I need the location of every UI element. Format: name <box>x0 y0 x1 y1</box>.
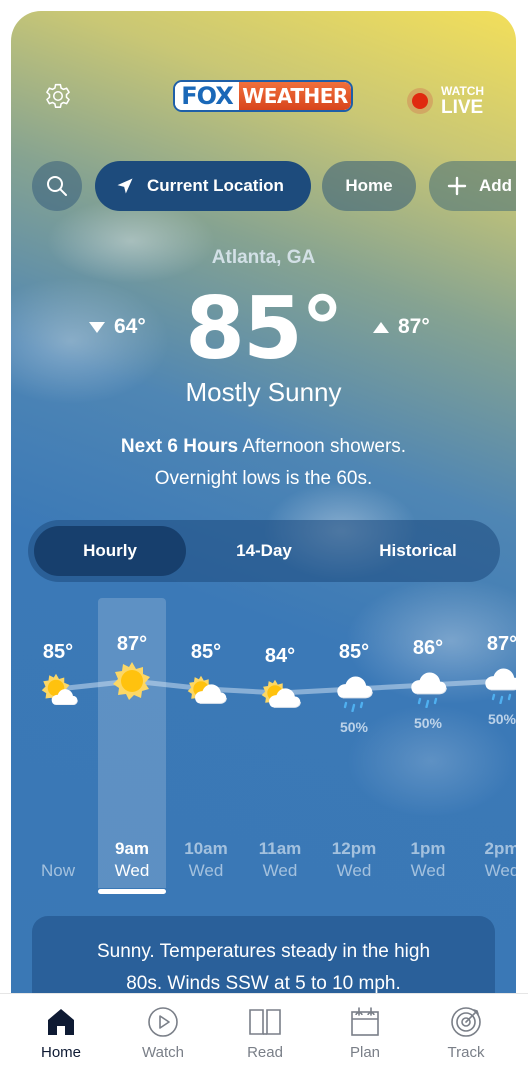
nav-watch-label: Watch <box>142 1044 184 1061</box>
hour-day: Now <box>40 861 75 880</box>
hour-precip-chance: 50% <box>413 715 443 731</box>
hour-day: Wed <box>188 861 224 880</box>
nav-plan[interactable]: Plan <box>320 1006 410 1061</box>
hour-time: 12pm <box>331 839 377 858</box>
hour-day: Wed <box>484 861 516 880</box>
nav-track-label: Track <box>447 1044 485 1061</box>
bottom-navigation: Home Watch Read Plan Track <box>0 993 528 1089</box>
partly-cloudy-icon <box>261 679 303 711</box>
detail-line-1: Sunny. Temperatures steady in the high <box>96 941 431 962</box>
hour-label: 12pm Wed <box>317 838 391 882</box>
hour-time-spacer <box>21 838 95 860</box>
hour-temperature: 87° <box>116 633 148 655</box>
hour-precip-chance: 50% <box>487 711 516 727</box>
nav-home[interactable]: Home <box>16 1006 106 1061</box>
hour-label: 9am Wed <box>95 838 169 882</box>
hour-time: 9am <box>114 839 150 858</box>
play-circle-icon <box>148 1007 178 1037</box>
calendar-icon <box>351 1007 379 1036</box>
detail-line-2: 80s. Winds SSW at 5 to 10 mph. <box>126 973 401 993</box>
rain-icon <box>483 667 516 705</box>
partly-cloudy-icon <box>187 675 229 707</box>
hour-label: 11am Wed <box>243 838 317 882</box>
nav-plan-label: Plan <box>349 1044 381 1061</box>
hour-label: 1pm Wed <box>391 838 465 882</box>
hour-time: 10am <box>184 839 228 858</box>
sunny-icon <box>112 661 152 706</box>
hour-detail-card: Sunny. Temperatures steady in the high 8… <box>32 916 495 993</box>
hour-label: 10am Wed <box>169 838 243 882</box>
hour-day: Wed <box>410 861 446 880</box>
nav-track[interactable]: Track <box>421 1006 511 1061</box>
weather-home-screen: FOX WEATHER WATCH LIVE Current Location … <box>11 11 516 993</box>
book-icon <box>249 1009 281 1035</box>
nav-read[interactable]: Read <box>220 1006 310 1061</box>
selected-hour-indicator <box>98 889 166 894</box>
hour-time: 2pm <box>484 839 516 858</box>
partly-sunny-icon <box>41 673 81 709</box>
target-icon <box>451 1007 481 1037</box>
nav-watch[interactable]: Watch <box>118 1006 208 1061</box>
hour-temperature: 85° <box>42 641 74 663</box>
rain-icon <box>335 675 373 713</box>
nav-home-label: Home <box>40 1044 81 1061</box>
hour-temperature: 86° <box>412 637 444 659</box>
hour-label: Now <box>21 838 95 882</box>
hour-time: 1pm <box>410 839 446 858</box>
hour-precip-chance: 50% <box>339 719 369 735</box>
hour-temperature: 85° <box>338 641 370 663</box>
home-icon <box>48 1009 74 1035</box>
hour-day: Wed <box>262 861 298 880</box>
hour-label: 2pm Wed <box>465 838 516 882</box>
rain-icon <box>409 671 447 709</box>
nav-read-label: Read <box>247 1044 283 1061</box>
hour-time: 11am <box>258 839 302 858</box>
hour-day: Wed <box>336 861 372 880</box>
hour-temperature: 84° <box>264 645 296 667</box>
hour-temperature: 85° <box>190 641 222 663</box>
hour-day: Wed <box>114 861 150 880</box>
hour-temperature: 87° <box>486 633 516 655</box>
